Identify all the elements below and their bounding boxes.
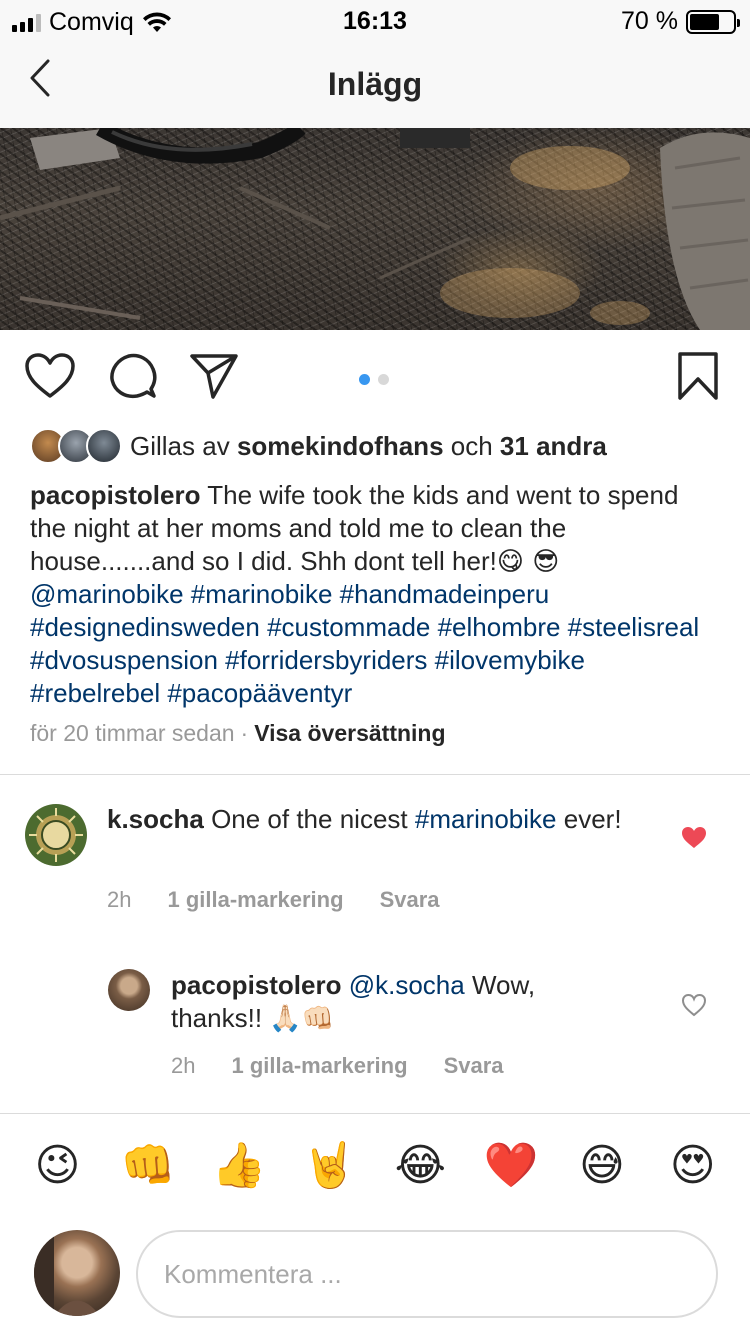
comment-hashtag[interactable]: #marinobike (415, 804, 557, 834)
reply-username[interactable]: pacopistolero (171, 970, 341, 1000)
comment-username[interactable]: k.socha (107, 804, 204, 834)
post-image[interactable] (0, 128, 750, 330)
battery-icon (686, 9, 740, 34)
likes-summary[interactable]: Gillas av somekindofhans och 31 andra (30, 428, 607, 464)
reply-like-count[interactable]: 1 gilla-markering (231, 1053, 407, 1079)
reply-mention[interactable]: @k.socha (349, 970, 465, 1000)
heart-outline-icon (681, 993, 707, 1022)
reply-button[interactable]: Svara (380, 887, 440, 913)
like-button[interactable] (24, 352, 76, 404)
divider (0, 1113, 750, 1114)
share-button[interactable] (188, 352, 240, 404)
reply-meta: 2h 1 gilla-markering Svara (171, 1053, 504, 1079)
meta-separator: · (240, 720, 249, 746)
comment-body-end: ever! (563, 804, 622, 834)
comment-input[interactable] (136, 1230, 718, 1318)
emoji-heart-eyes-button[interactable]: 😍 (663, 1135, 723, 1195)
save-button[interactable] (672, 351, 724, 406)
carousel-dot (378, 374, 389, 385)
comment-text: k.socha One of the nicest #marinobike ev… (107, 803, 647, 836)
comment-compose (0, 1220, 750, 1334)
emoji-heart-button[interactable]: ❤️ (481, 1135, 541, 1195)
heart-filled-icon (681, 826, 707, 855)
post-caption: pacopistolero The wife took the kids and… (30, 479, 720, 710)
comment-button[interactable] (106, 352, 158, 404)
caption-username[interactable]: pacopistolero (30, 480, 200, 510)
comment-meta: 2h 1 gilla-markering Svara (107, 887, 440, 913)
page-title: Inlägg (327, 66, 423, 102)
comment-like-count[interactable]: 1 gilla-markering (167, 887, 343, 913)
heart-outline-icon (24, 352, 76, 405)
translate-button[interactable]: Visa översättning (254, 720, 445, 746)
caption-emoji: 😋 😎 (496, 546, 560, 577)
comment-body: One of the nicest (211, 804, 408, 834)
comment-time: 2h (107, 887, 132, 912)
reply-like-button[interactable] (680, 993, 708, 1021)
paper-plane-icon (188, 351, 240, 406)
avatar (86, 428, 122, 464)
status-bar: Comviq 16:13 70 % (0, 0, 750, 40)
reply-emoji: 🙏🏻👊🏻 (269, 1004, 335, 1034)
emoji-quick-bar: 😉 👊 👍 🤘 😂 ❤️ 😅 😍 (0, 1115, 750, 1215)
post-actions (0, 330, 750, 426)
current-user-avatar (34, 1230, 120, 1316)
bookmark-icon (677, 351, 719, 406)
likes-conjunction: och (450, 430, 493, 461)
likes-prefix: Gillas av (130, 430, 230, 461)
caption-hashtags[interactable]: @marinobike #marinobike #handmadeinperu … (30, 579, 699, 707)
reply-time: 2h (171, 1053, 196, 1078)
carousel-dot (359, 374, 370, 385)
post-meta: för 20 timmar sedan · Visa översättning (30, 720, 446, 747)
post-time: för 20 timmar sedan (30, 720, 235, 746)
likes-text: Gillas av somekindofhans och 31 andra (130, 431, 607, 462)
battery-percent: 70 % (621, 7, 678, 35)
status-right: 70 % (621, 7, 740, 36)
carousel-indicator (359, 374, 389, 385)
reply-reply-button[interactable]: Svara (444, 1053, 504, 1079)
reply-text: pacopistolero @k.socha Wow, thanks!! 🙏🏻👊… (171, 969, 631, 1036)
likes-others[interactable]: 31 andra (500, 431, 607, 461)
comment-like-button[interactable] (680, 826, 708, 854)
liker-username[interactable]: somekindofhans (237, 431, 444, 461)
emoji-rock-on-button[interactable]: 🤘 (300, 1135, 360, 1195)
nav-bar: Inlägg (0, 40, 750, 128)
avatar[interactable] (25, 804, 87, 866)
emoji-fist-button[interactable]: 👊 (118, 1135, 178, 1195)
divider (0, 774, 750, 775)
avatar[interactable] (108, 969, 150, 1011)
emoji-wink-button[interactable]: 😉 (27, 1135, 87, 1195)
emoji-sweat-smile-button[interactable]: 😅 (572, 1135, 632, 1195)
comment-bubble-icon (107, 351, 157, 406)
emoji-tears-of-joy-button[interactable]: 😂 (390, 1135, 450, 1195)
emoji-thumbs-up-button[interactable]: 👍 (209, 1135, 269, 1195)
liker-avatars (30, 428, 122, 464)
